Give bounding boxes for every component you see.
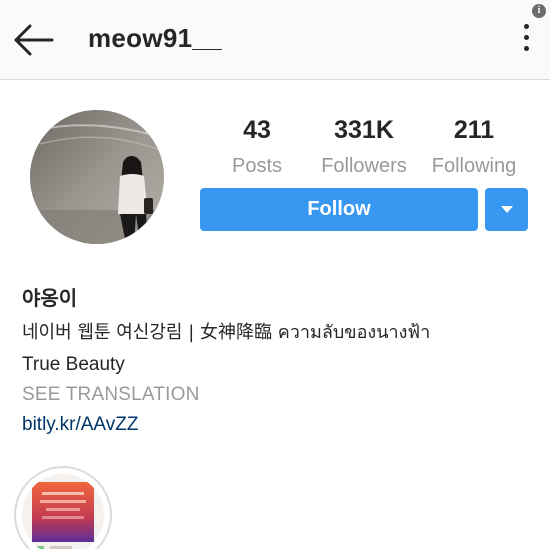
see-translation-link[interactable]: SEE TRANSLATION — [22, 384, 542, 406]
bio-website-link[interactable]: bitly.kr/AAvZZ — [22, 414, 542, 436]
bio-text-line-2: True Beauty — [22, 354, 125, 375]
posts-stat: 43 Posts — [222, 116, 292, 178]
followers-label: Followers — [321, 155, 407, 177]
suggested-accounts-dropdown-button[interactable] — [485, 188, 528, 231]
caret-down-icon — [500, 206, 513, 213]
back-button[interactable] — [12, 22, 56, 58]
profile-photo — [30, 110, 164, 244]
more-vertical-icon — [523, 24, 529, 29]
bio-section: 야옹이 네이버 웹툰 여신강림 | 女神降臨 ความลับของนางฟ้า … — [22, 282, 542, 436]
followers-stat[interactable]: 331K Followers — [314, 116, 414, 178]
posts-count: 43 — [243, 116, 271, 144]
page-title: meow91__ — [88, 23, 222, 53]
more-vertical-icon-dot — [523, 46, 529, 51]
profile-screen: meow91__ i 43 Posts 331K Followers 211 F… — [0, 0, 550, 549]
profile-display-name: 야옹이 — [22, 286, 78, 310]
info-icon[interactable]: i — [532, 4, 546, 18]
avatar — [30, 110, 164, 244]
bio-text-line-1: 네이버 웹툰 여신강림 | 女神降臨 ความลับของนางฟ้า — [22, 322, 431, 343]
following-count: 211 — [453, 116, 495, 144]
story-highlight-cover — [22, 474, 104, 549]
following-label: Following — [431, 155, 517, 177]
more-vertical-icon-dot — [523, 35, 529, 40]
highlight-cover-image — [22, 474, 104, 549]
follow-button[interactable]: Follow — [200, 188, 478, 231]
story-highlight[interactable] — [14, 466, 112, 549]
posts-label: Posts — [231, 155, 283, 177]
more-options-button[interactable] — [516, 24, 536, 58]
back-arrow-icon — [14, 24, 54, 56]
following-stat[interactable]: 211 Following — [424, 116, 524, 178]
top-bar: meow91__ — [0, 0, 550, 80]
followers-count: 331K — [334, 116, 394, 144]
